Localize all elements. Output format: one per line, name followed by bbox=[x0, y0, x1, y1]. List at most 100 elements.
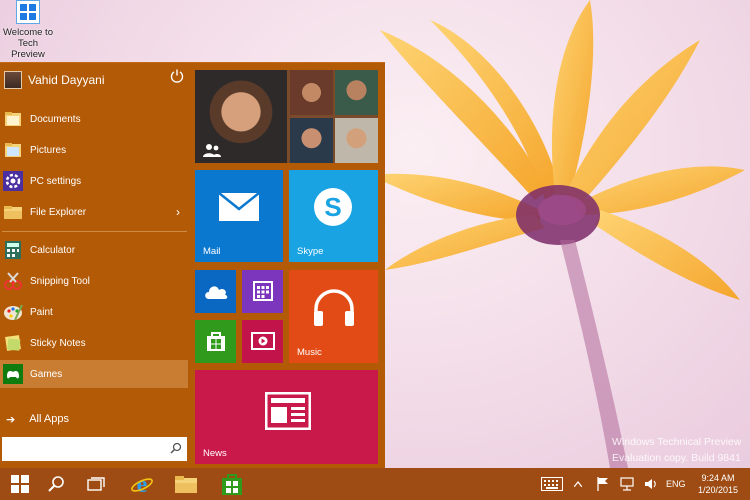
newspaper-icon bbox=[265, 392, 311, 430]
chevron-right-icon[interactable]: › bbox=[176, 205, 180, 219]
windows-logo-icon bbox=[16, 0, 40, 24]
input-language-indicator[interactable]: ENG bbox=[666, 479, 686, 489]
svg-text:S: S bbox=[324, 192, 341, 222]
user-name: Vahid Dayyani bbox=[28, 73, 105, 87]
volume-button[interactable] bbox=[642, 468, 660, 500]
power-icon[interactable] bbox=[170, 69, 184, 83]
taskbar-search-button[interactable] bbox=[36, 468, 76, 500]
file-explorer-button[interactable] bbox=[166, 468, 206, 500]
task-view-button[interactable] bbox=[76, 468, 116, 500]
tile-music[interactable]: Music bbox=[289, 270, 378, 363]
menu-item-calculator[interactable]: Calculator bbox=[0, 236, 188, 264]
tile-label: Skype bbox=[297, 246, 324, 257]
menu-item-label: Games bbox=[30, 368, 63, 380]
clock-date: 1/20/2015 bbox=[697, 485, 739, 495]
menu-item-pictures[interactable]: Pictures bbox=[0, 136, 188, 164]
start-menu: Vahid Dayyani Documents Pictures PC sett… bbox=[0, 62, 385, 468]
folder-icon bbox=[4, 206, 22, 219]
windows-logo-icon bbox=[11, 475, 29, 493]
menu-item-snipping-tool[interactable]: Snipping Tool bbox=[0, 267, 188, 295]
internet-explorer-button[interactable]: e bbox=[122, 468, 162, 500]
chevron-up-icon bbox=[574, 481, 582, 487]
start-button[interactable] bbox=[0, 468, 40, 500]
tile-store[interactable] bbox=[195, 320, 236, 363]
tile-video[interactable] bbox=[242, 320, 283, 363]
start-menu-left-pane: Vahid Dayyani Documents Pictures PC sett… bbox=[0, 63, 190, 469]
note-icon bbox=[5, 335, 21, 351]
flag-icon bbox=[597, 477, 608, 491]
search-icon bbox=[48, 476, 64, 492]
task-view-icon bbox=[87, 477, 105, 491]
tile-label: Mail bbox=[203, 246, 221, 257]
clock-time: 9:24 AM bbox=[701, 473, 735, 483]
tile-calendar[interactable] bbox=[242, 270, 283, 313]
avatar bbox=[4, 71, 22, 89]
menu-item-sticky-notes[interactable]: Sticky Notes bbox=[0, 329, 188, 357]
tile-mail[interactable]: Mail bbox=[195, 170, 283, 262]
show-hidden-icons-button[interactable] bbox=[571, 468, 585, 500]
contact-photo bbox=[335, 70, 378, 115]
menu-item-label: Calculator bbox=[30, 244, 76, 256]
menu-item-label: Paint bbox=[30, 306, 53, 318]
all-apps-label: All Apps bbox=[29, 413, 69, 425]
search-input[interactable] bbox=[2, 437, 187, 461]
network-icon bbox=[620, 477, 634, 491]
menu-item-label: File Explorer bbox=[30, 206, 87, 218]
folder-icon bbox=[5, 143, 21, 157]
store-bag-icon bbox=[222, 474, 242, 495]
tile-skype[interactable]: S Skype bbox=[289, 170, 378, 262]
search-icon bbox=[170, 442, 182, 454]
cloud-icon bbox=[205, 286, 228, 299]
contact-photo bbox=[290, 118, 333, 163]
menu-item-label: Sticky Notes bbox=[30, 337, 86, 349]
tile-label: Music bbox=[297, 347, 322, 358]
menu-item-label: PC settings bbox=[30, 175, 82, 187]
tile-onedrive[interactable] bbox=[195, 270, 236, 313]
watermark-line: Evaluation copy. Build 9841 bbox=[612, 452, 741, 464]
people-icon bbox=[203, 144, 221, 157]
contact-photo bbox=[290, 70, 333, 115]
clock[interactable]: 9:24 AM 1/20/2015 bbox=[692, 472, 744, 496]
menu-item-pc-settings[interactable]: PC settings bbox=[0, 167, 188, 195]
menu-item-paint[interactable]: Paint bbox=[0, 298, 188, 326]
user-account[interactable]: Vahid Dayyani bbox=[0, 65, 190, 95]
folder-icon bbox=[175, 476, 197, 493]
build-watermark: Windows Technical Preview Evaluation cop… bbox=[612, 434, 741, 466]
tile-news[interactable]: News bbox=[195, 370, 378, 464]
action-center-button[interactable] bbox=[594, 468, 612, 500]
arrow-right-icon: ➔ bbox=[6, 413, 16, 426]
folder-icon bbox=[5, 112, 21, 126]
tile-people[interactable] bbox=[195, 70, 378, 163]
desktop-icon-label: Welcome to Tech Preview bbox=[3, 27, 53, 60]
palette-icon bbox=[4, 304, 23, 321]
internet-explorer-icon: e bbox=[131, 472, 153, 496]
gamepad-icon bbox=[3, 364, 23, 384]
svg-text:e: e bbox=[137, 472, 148, 496]
menu-item-label: Snipping Tool bbox=[30, 275, 90, 287]
keyboard-icon bbox=[541, 477, 563, 491]
watermark-line: Windows Technical Preview bbox=[612, 436, 742, 448]
scissors-icon bbox=[4, 272, 22, 290]
mail-icon bbox=[218, 192, 260, 221]
calendar-icon bbox=[253, 281, 273, 301]
gear-icon bbox=[3, 171, 23, 191]
calculator-icon bbox=[5, 241, 21, 259]
video-play-icon bbox=[251, 332, 275, 350]
menu-item-file-explorer[interactable]: File Explorer › bbox=[0, 198, 188, 226]
contact-photo bbox=[335, 118, 378, 163]
network-button[interactable] bbox=[618, 468, 636, 500]
headphones-icon bbox=[314, 289, 354, 326]
skype-icon: S bbox=[314, 188, 352, 226]
menu-item-documents[interactable]: Documents bbox=[0, 105, 188, 133]
menu-item-label: Pictures bbox=[30, 144, 67, 156]
menu-item-label: Documents bbox=[30, 113, 81, 125]
desktop-icon-welcome[interactable]: Welcome to Tech Preview bbox=[0, 0, 56, 60]
store-bag-icon bbox=[207, 332, 225, 351]
menu-item-games[interactable]: Games bbox=[0, 360, 188, 388]
all-apps-button[interactable]: ➔ All Apps bbox=[0, 409, 188, 429]
store-button[interactable] bbox=[212, 468, 252, 500]
tile-label: News bbox=[203, 448, 227, 459]
touch-keyboard-button[interactable] bbox=[539, 468, 565, 500]
speaker-icon bbox=[645, 479, 656, 489]
menu-divider bbox=[2, 231, 187, 232]
